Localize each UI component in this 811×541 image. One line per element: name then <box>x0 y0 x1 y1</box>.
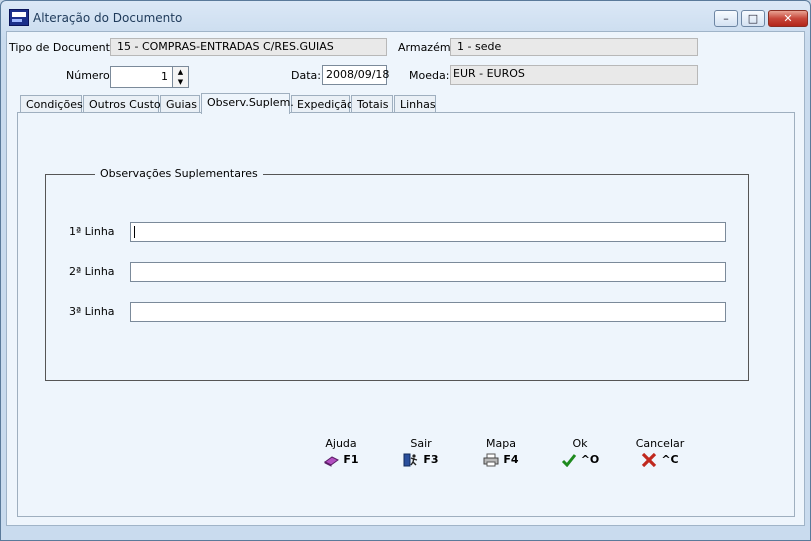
tab-totais[interactable]: Totais <box>351 95 393 113</box>
linha3-label: 3ª Linha <box>69 305 115 318</box>
text-caret <box>134 226 135 238</box>
minimize-button[interactable]: – <box>714 10 738 27</box>
window-title: Alteração do Documento <box>33 11 183 25</box>
spin-up-icon[interactable]: ▲ <box>173 67 188 77</box>
tab-guias[interactable]: Guias <box>160 95 200 113</box>
ok-caption: Ok <box>572 437 588 450</box>
mapa-caption: Mapa <box>486 437 516 450</box>
close-button[interactable]: ✕ <box>768 10 808 27</box>
sair-button[interactable]: Sair F3 <box>400 437 442 467</box>
sair-key: F3 <box>423 453 439 466</box>
close-icon: ✕ <box>783 12 793 25</box>
ok-button[interactable]: Ok ^O <box>559 437 601 467</box>
moeda-label: Moeda: <box>409 69 450 82</box>
title-bar[interactable]: Alteração do Documento – □ ✕ <box>1 1 810 33</box>
linha2-label: 2ª Linha <box>69 265 115 278</box>
numero-spinner[interactable]: ▲ ▼ <box>172 66 189 88</box>
check-icon <box>561 454 576 467</box>
tipo-documento-label: Tipo de Documento: <box>9 41 121 54</box>
linha2-input[interactable] <box>130 262 726 282</box>
cancelar-key: ^C <box>661 453 679 466</box>
data-input[interactable]: 2008/09/18 <box>322 65 389 85</box>
maximize-icon: □ <box>747 12 759 25</box>
mapa-key: F4 <box>503 453 519 466</box>
linha3-input[interactable] <box>130 302 726 322</box>
tab-condicoes[interactable]: Condições <box>20 95 83 113</box>
tab-expedicao[interactable]: Expedição <box>291 95 354 113</box>
armazem-field: 1 - sede <box>450 38 698 56</box>
ajuda-button[interactable]: Ajuda F1 <box>320 437 362 467</box>
ajuda-key: F1 <box>343 453 359 466</box>
mapa-button[interactable]: Mapa F4 <box>480 437 522 467</box>
ajuda-caption: Ajuda <box>325 437 357 450</box>
group-title: Observações Suplementares <box>95 167 263 180</box>
linha1-label: 1ª Linha <box>69 225 115 238</box>
maximize-button[interactable]: □ <box>741 10 765 27</box>
cross-icon <box>642 453 657 467</box>
tab-linhas[interactable]: Linhas <box>394 95 436 113</box>
ok-key: ^O <box>580 453 600 466</box>
spin-down-icon[interactable]: ▼ <box>173 77 188 87</box>
tab-observ-suplem[interactable]: Observ.Suplem. <box>201 93 294 114</box>
armazem-label: Armazém: <box>398 41 455 54</box>
cancelar-button[interactable]: Cancelar ^C <box>635 437 685 467</box>
tipo-documento-field: 15 - COMPRAS-ENTRADAS C/RES.GUIAS <box>110 38 387 56</box>
book-icon <box>324 456 340 467</box>
exit-door-icon <box>403 453 418 467</box>
numero-label: Número: <box>66 69 114 82</box>
app-icon[interactable] <box>9 9 29 26</box>
numero-input[interactable]: 1 <box>110 66 173 88</box>
minimize-icon: – <box>723 12 729 25</box>
cancelar-caption: Cancelar <box>635 437 685 450</box>
data-label: Data: <box>291 69 321 82</box>
sair-caption: Sair <box>410 437 432 450</box>
printer-icon <box>483 453 499 467</box>
moeda-field: EUR - EUROS <box>450 65 698 85</box>
linha1-input[interactable] <box>130 222 726 242</box>
tab-outros-custos[interactable]: Outros Custos <box>83 95 166 113</box>
